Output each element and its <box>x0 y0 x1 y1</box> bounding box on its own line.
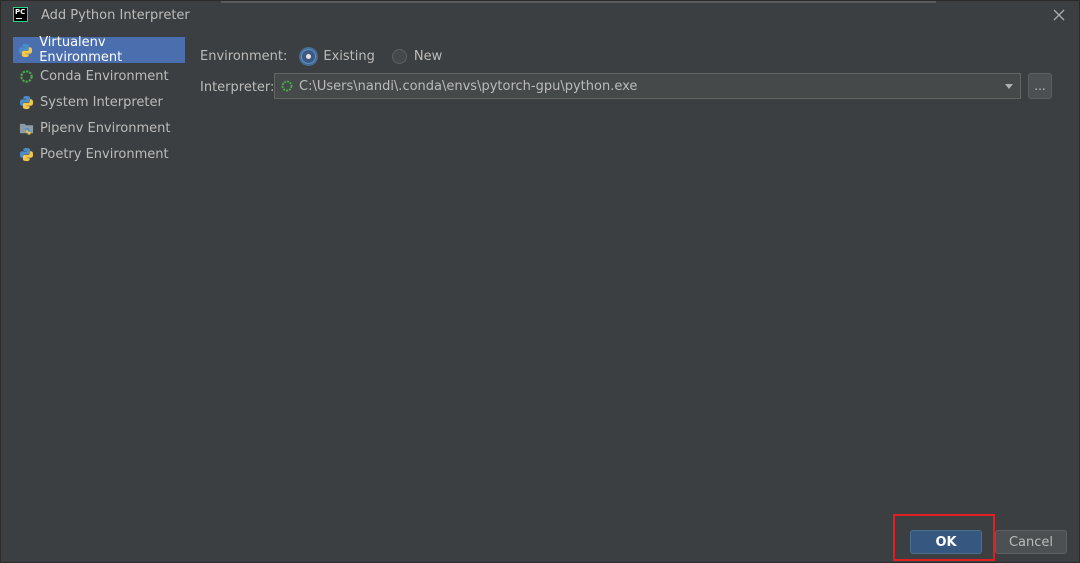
python-icon <box>18 42 33 58</box>
add-python-interpreter-dialog: PC Add Python Interpreter Virtualenv Env… <box>0 0 1080 563</box>
environment-label: Environment: <box>200 48 288 64</box>
radio-new-label: New <box>413 48 443 64</box>
python-icon <box>18 146 34 162</box>
radio-selected-indicator <box>301 48 317 64</box>
radio-unselected-indicator <box>391 48 407 64</box>
interpreter-path-value: C:\Users\nandi\.conda\envs\pytorch-gpu\p… <box>299 78 638 94</box>
sidebar-item-label: System Interpreter <box>40 94 163 110</box>
sidebar-item-system-interpreter[interactable]: System Interpreter <box>13 89 185 115</box>
pycharm-logo-icon: PC <box>13 7 28 22</box>
sidebar-item-label: Conda Environment <box>40 68 169 84</box>
radio-new[interactable]: New <box>391 48 443 64</box>
sidebar-item-label: Pipenv Environment <box>40 120 171 136</box>
title-bar: PC Add Python Interpreter <box>1 1 1079 31</box>
close-button[interactable] <box>1049 5 1069 25</box>
loading-spinner-icon <box>281 80 293 92</box>
interpreter-label: Interpreter: <box>200 79 275 95</box>
cancel-button[interactable]: Cancel <box>995 530 1067 554</box>
sidebar-item-label: Virtualenv Environment <box>39 35 123 65</box>
sidebar-item-label: Poetry Environment <box>40 146 169 162</box>
interpreter-row: Interpreter: <box>200 78 274 96</box>
sidebar-item-poetry[interactable]: Poetry Environment <box>13 141 185 167</box>
pipenv-folder-icon <box>18 120 34 136</box>
sidebar-item-pipenv[interactable]: Pipenv Environment <box>13 115 185 141</box>
sidebar-item-conda[interactable]: Conda Environment <box>13 63 185 89</box>
python-icon <box>18 94 34 110</box>
environment-row: Environment: Existing New <box>200 47 459 65</box>
close-icon <box>1053 9 1065 21</box>
app-icon-text: PC <box>15 8 26 16</box>
browse-button[interactable]: ... <box>1028 73 1052 99</box>
conda-ring-icon <box>18 68 34 84</box>
ok-button[interactable]: OK <box>910 530 982 554</box>
dialog-title: Add Python Interpreter <box>41 8 190 23</box>
chevron-down-icon <box>1005 83 1013 89</box>
interpreter-select[interactable]: C:\Users\nandi\.conda\envs\pytorch-gpu\p… <box>274 73 1021 99</box>
radio-existing-label: Existing <box>323 48 375 64</box>
sidebar-item-virtualenv[interactable]: Virtualenv Environment <box>13 35 185 65</box>
radio-existing[interactable]: Existing <box>301 48 375 64</box>
environment-type-list: Virtualenv Environment Conda Environment… <box>13 35 185 167</box>
